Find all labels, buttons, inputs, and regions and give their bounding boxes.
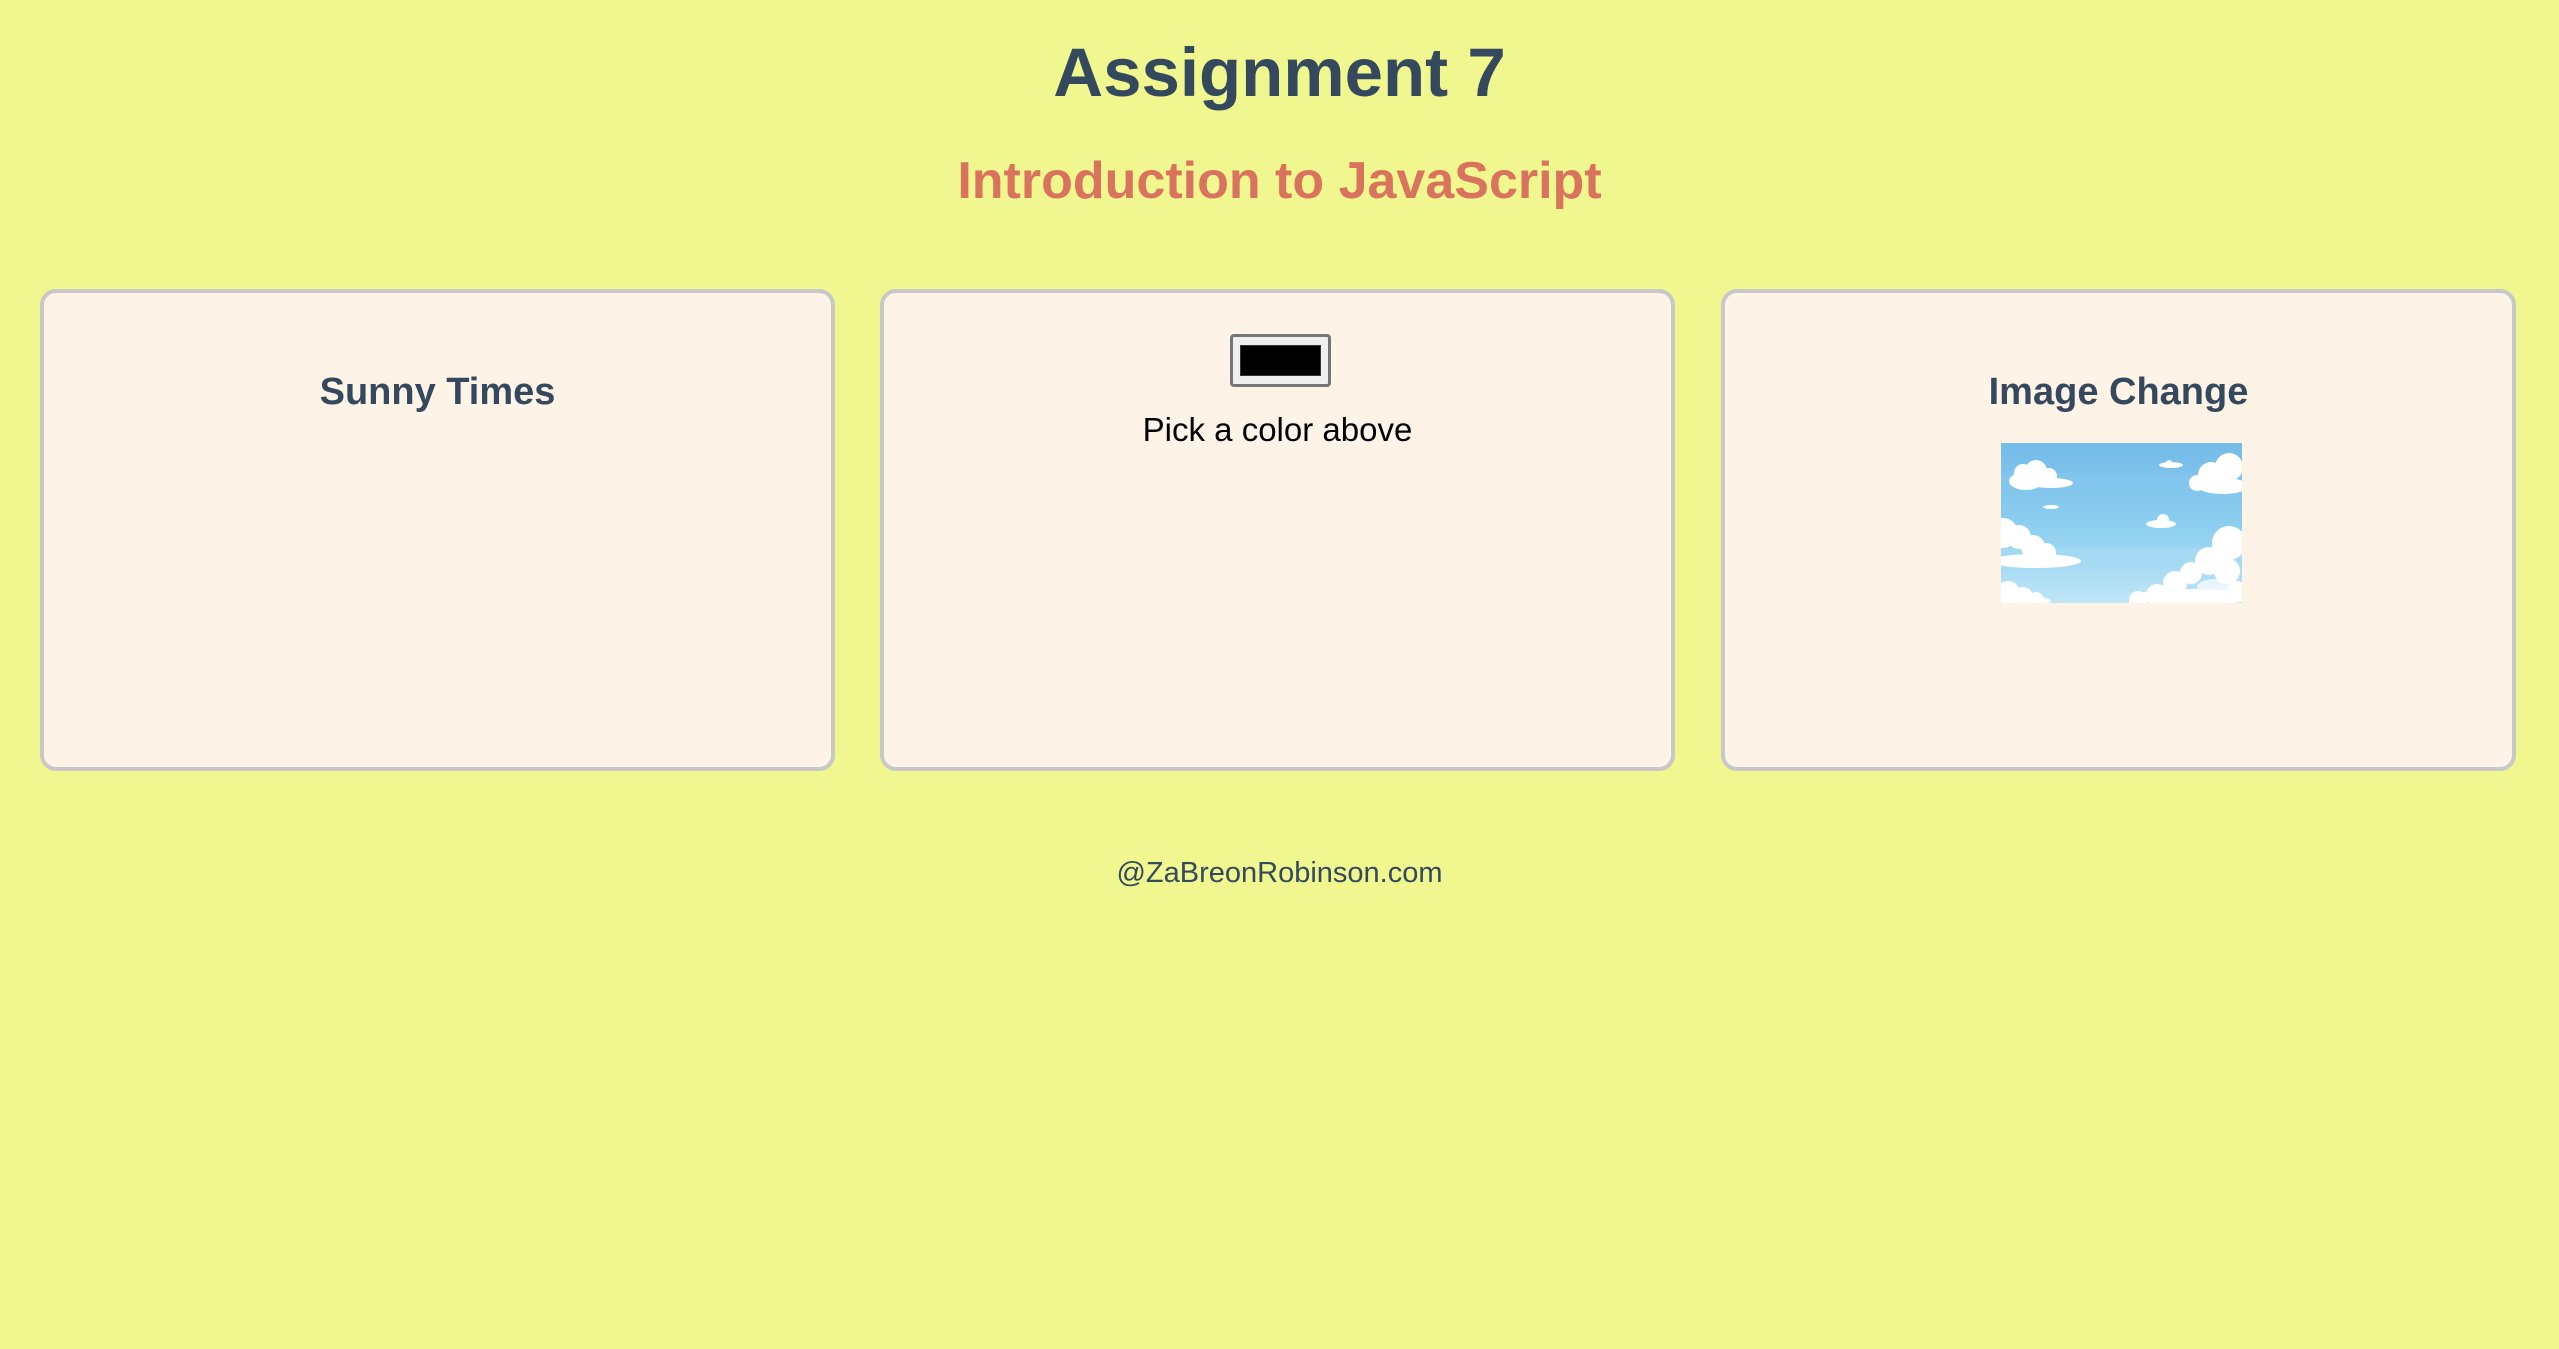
color-picker-card: Pick a color above [880,289,1675,771]
image-change-heading: Image Change [1988,371,2249,413]
image-change-card: Image Change [1721,289,2516,771]
page-title: Assignment 7 [1053,34,1506,111]
selected-color-swatch [1240,345,1321,376]
sunny-times-card: Sunny Times [40,289,835,771]
sunny-times-heading: Sunny Times [319,371,556,413]
color-picker-input[interactable] [1230,334,1331,387]
sky-clouds-image[interactable] [2001,443,2242,603]
page-subtitle: Introduction to JavaScript [957,152,1602,210]
color-picker-instruction: Pick a color above [1142,411,1413,448]
page: Assignment 7 Introduction to JavaScript … [0,0,2559,1349]
footer-text: @ZaBreonRobinson.com [1116,857,1443,889]
